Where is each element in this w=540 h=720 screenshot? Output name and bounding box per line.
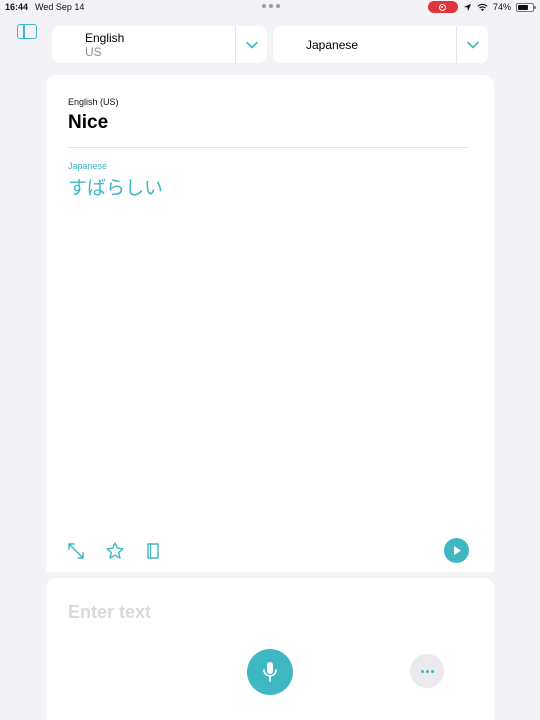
translated-text[interactable]: すばらしい — [68, 173, 163, 200]
play-button[interactable] — [444, 538, 469, 563]
source-language-name: English — [85, 30, 125, 45]
expand-icon[interactable] — [66, 541, 86, 561]
location-arrow-icon — [463, 3, 472, 11]
target-language-label: Japanese — [68, 161, 108, 171]
status-date: Wed Sep 14 — [35, 2, 85, 12]
target-language-button[interactable]: Japanese — [273, 26, 456, 63]
microphone-button[interactable] — [247, 649, 293, 695]
source-language-label: English (US) — [68, 97, 119, 107]
screen-recording-icon[interactable] — [427, 1, 458, 13]
chevron-down-icon — [245, 41, 258, 48]
target-language-selector[interactable]: Japanese — [273, 26, 488, 63]
battery-icon — [516, 2, 536, 12]
input-card: Enter text — [46, 578, 494, 720]
divider — [68, 147, 469, 148]
source-language-selector[interactable]: English US — [52, 26, 267, 63]
microphone-icon — [263, 662, 277, 682]
source-language-region: US — [85, 44, 102, 59]
star-icon[interactable] — [105, 541, 125, 561]
battery-percentage: 74% — [492, 2, 511, 12]
translation-card: English (US) Nice Japanese すばらしい — [46, 75, 494, 572]
target-language-dropdown-button[interactable] — [456, 26, 488, 63]
source-language-button[interactable]: English US — [52, 26, 235, 63]
source-text[interactable]: Nice — [68, 112, 108, 134]
status-indicators: 74% — [427, 1, 536, 13]
status-bar: 16:44 Wed Sep 14 74% — [0, 0, 540, 16]
target-language-name: Japanese — [306, 37, 359, 52]
source-language-dropdown-button[interactable] — [235, 26, 267, 63]
chevron-down-icon — [466, 41, 479, 48]
book-icon[interactable] — [143, 541, 163, 561]
text-input[interactable]: Enter text — [68, 602, 151, 623]
sidebar-icon[interactable] — [17, 24, 37, 39]
multitasking-dots-icon[interactable] — [262, 4, 280, 8]
wifi-icon — [477, 3, 488, 11]
play-icon — [453, 546, 461, 555]
status-time: 16:44 — [5, 2, 29, 12]
more-options-button[interactable] — [410, 654, 444, 688]
